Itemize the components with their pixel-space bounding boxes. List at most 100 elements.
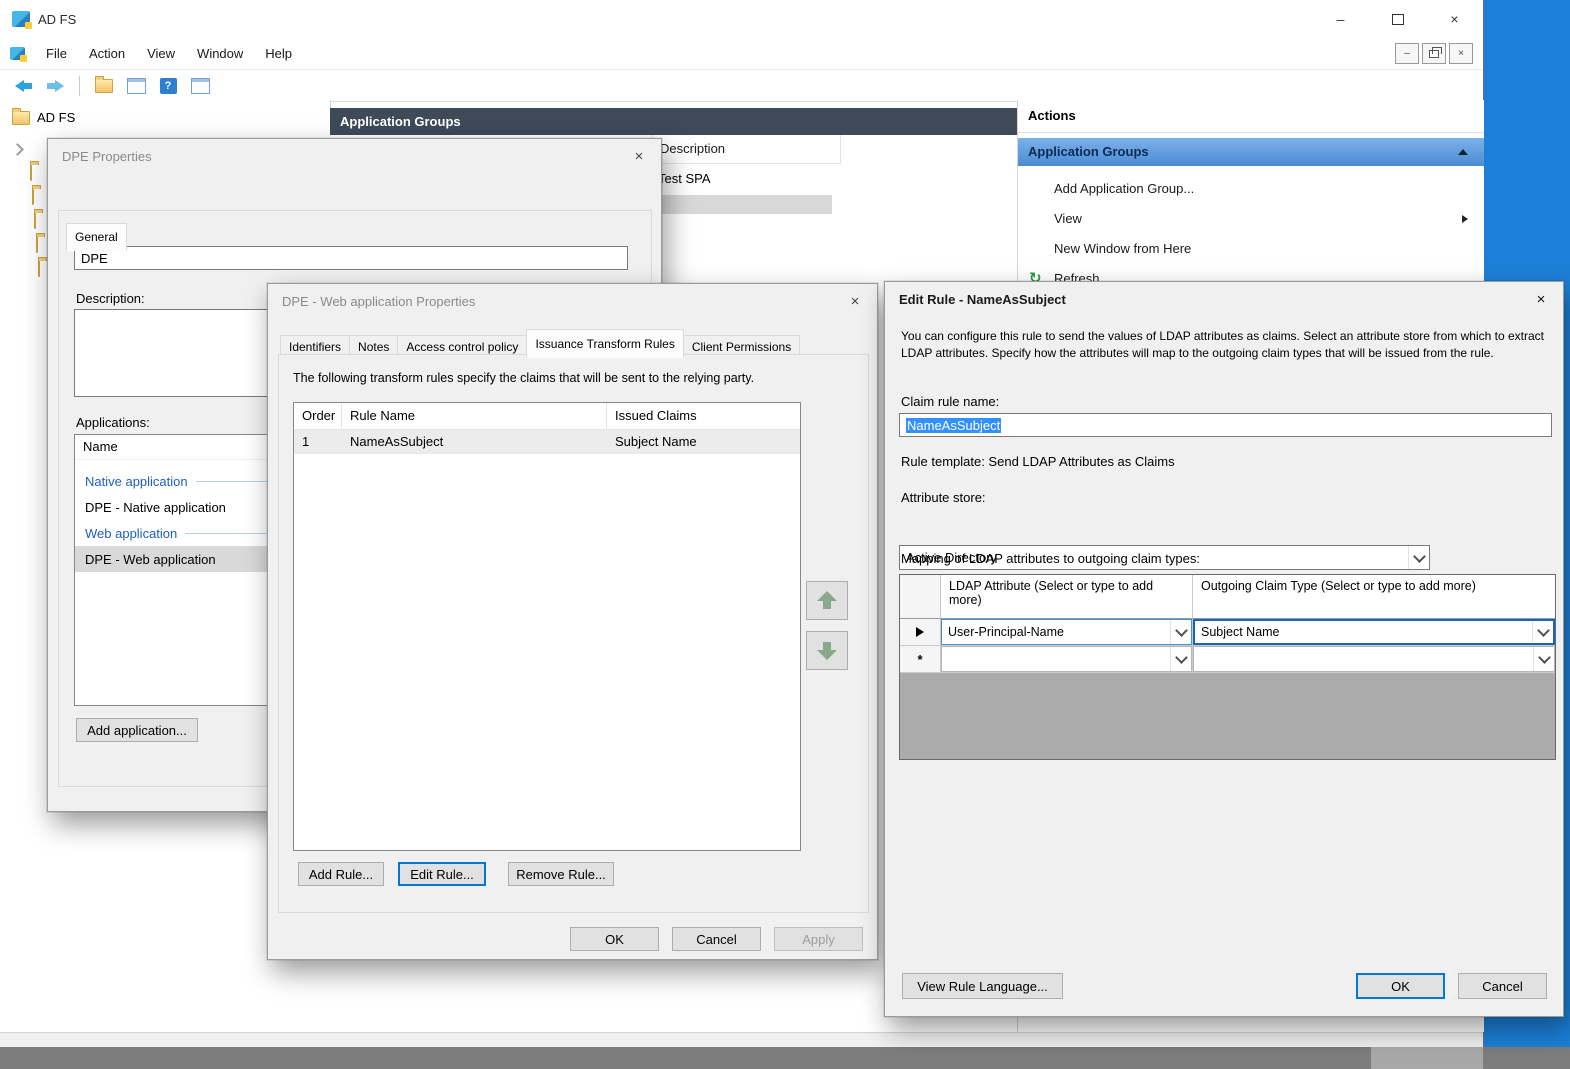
- mdi-restore-button[interactable]: [1422, 43, 1446, 64]
- rules-header-row: Order Rule Name Issued Claims: [294, 403, 800, 430]
- name-field-value: DPE: [81, 251, 108, 266]
- root-folder-icon: [12, 111, 30, 125]
- edit-rule-title: Edit Rule - NameAsSubject: [899, 292, 1066, 307]
- add-rule-button[interactable]: Add Rule...: [298, 862, 384, 886]
- grid-column-ldap-attribute[interactable]: LDAP Attribute (Select or type to add mo…: [941, 575, 1193, 619]
- webapp-cancel-button[interactable]: Cancel: [672, 927, 761, 951]
- back-arrow-icon: [15, 80, 32, 92]
- webapp-ok-button[interactable]: OK: [570, 927, 659, 951]
- export-list-button[interactable]: [91, 74, 117, 98]
- action-add-application-group[interactable]: Add Application Group...: [1018, 174, 1484, 204]
- column-rule-name[interactable]: Rule Name: [342, 403, 607, 429]
- maximize-icon: [1392, 14, 1404, 25]
- back-button[interactable]: [10, 74, 36, 98]
- dropdown-chevron-icon: [1170, 647, 1191, 671]
- show-console-tree-button[interactable]: [123, 74, 149, 98]
- tree-folder-icon[interactable]: [34, 212, 36, 229]
- window-controls: – ×: [1312, 0, 1483, 38]
- edit-rule-cancel-button[interactable]: Cancel: [1458, 973, 1547, 999]
- show-action-pane-button[interactable]: [187, 74, 213, 98]
- dropdown-chevron-icon: [1532, 621, 1553, 643]
- menu-window[interactable]: Window: [186, 46, 254, 61]
- menu-bar: File Action View Window Help – ×: [0, 38, 1483, 70]
- column-header-description[interactable]: Description: [652, 135, 841, 164]
- minimize-button[interactable]: –: [1312, 0, 1369, 38]
- action-view-label: View: [1054, 211, 1082, 226]
- edit-rule-description: You can configure this rule to send the …: [901, 328, 1551, 362]
- new-outgoing-claim-dropdown[interactable]: [1193, 646, 1555, 672]
- menu-file[interactable]: File: [35, 46, 78, 61]
- down-arrow-icon: [817, 641, 837, 660]
- selected-row-highlight[interactable]: [652, 195, 832, 214]
- edit-rule-titlebar: Edit Rule - NameAsSubject ×: [885, 282, 1563, 317]
- help-icon: ?: [160, 78, 177, 94]
- edit-rule-button[interactable]: Edit Rule...: [398, 862, 486, 886]
- ldap-attribute-value: User-Principal-Name: [948, 625, 1064, 639]
- close-button[interactable]: ×: [1426, 0, 1483, 38]
- tree-root-node[interactable]: AD FS: [0, 100, 330, 125]
- menu-help[interactable]: Help: [254, 46, 303, 61]
- status-bar: [0, 1032, 1483, 1048]
- add-application-button[interactable]: Add application...: [76, 718, 198, 742]
- new-row-selector[interactable]: *: [900, 646, 941, 673]
- dpe-properties-close-button[interactable]: ×: [617, 139, 661, 174]
- forward-arrow-icon: [47, 80, 64, 92]
- list-row-test-spa[interactable]: Test SPA: [658, 171, 711, 186]
- grid-row-new: *: [900, 646, 1555, 673]
- web-application-properties-dialog: DPE - Web application Properties × Ident…: [267, 283, 878, 960]
- column-issued-claims[interactable]: Issued Claims: [607, 403, 800, 429]
- rule-template-text: Rule template: Send LDAP Attributes as C…: [901, 454, 1175, 469]
- grid-header-row: LDAP Attribute (Select or type to add mo…: [900, 575, 1555, 619]
- row-selector-current[interactable]: [900, 619, 941, 646]
- view-rule-language-button[interactable]: View Rule Language...: [902, 973, 1063, 999]
- tree-expand-chevron-icon[interactable]: [11, 143, 24, 156]
- remove-rule-button[interactable]: Remove Rule...: [508, 862, 614, 886]
- tab-issuance-transform-rules[interactable]: Issuance Transform Rules: [526, 329, 683, 358]
- rule-row-nameassubject[interactable]: 1 NameAsSubject Subject Name: [294, 430, 800, 454]
- tree-folder-icon[interactable]: [32, 188, 34, 205]
- menu-view[interactable]: View: [136, 46, 186, 61]
- dpe-properties-titlebar: DPE Properties ×: [48, 139, 661, 174]
- name-field[interactable]: DPE: [74, 246, 628, 270]
- menu-action[interactable]: Action: [78, 46, 136, 61]
- dropdown-chevron-icon: [1170, 620, 1191, 644]
- forward-button[interactable]: [42, 74, 68, 98]
- rule-name-cell: NameAsSubject: [342, 430, 607, 454]
- edit-rule-close-button[interactable]: ×: [1519, 282, 1563, 317]
- window-title: AD FS: [38, 12, 76, 27]
- dpe-properties-title: DPE Properties: [62, 149, 152, 164]
- edit-rule-ok-button[interactable]: OK: [1356, 973, 1445, 999]
- webapp-properties-title: DPE - Web application Properties: [282, 294, 475, 309]
- action-view[interactable]: View: [1018, 204, 1484, 234]
- maximize-button[interactable]: [1369, 0, 1426, 38]
- restore-icon: [1429, 50, 1439, 58]
- new-outgoing-claim-cell: [1193, 646, 1555, 673]
- outgoing-claim-cell: Subject Name: [1193, 619, 1555, 646]
- new-ldap-attribute-dropdown[interactable]: [941, 646, 1192, 672]
- taskbar-segment[interactable]: [1371, 1047, 1483, 1069]
- grid-column-outgoing-claim[interactable]: Outgoing Claim Type (Select or type to a…: [1193, 575, 1555, 619]
- claim-rule-name-field[interactable]: NameAsSubject: [899, 413, 1552, 437]
- tab-general[interactable]: General: [66, 223, 127, 251]
- column-order[interactable]: Order: [294, 403, 342, 429]
- outgoing-claim-value: Subject Name: [1201, 625, 1280, 639]
- taskbar[interactable]: [0, 1047, 1570, 1069]
- action-new-window[interactable]: New Window from Here: [1018, 234, 1484, 264]
- tree-folder-icon[interactable]: [30, 164, 32, 181]
- move-rule-up-button[interactable]: [806, 581, 848, 620]
- ldap-attribute-dropdown[interactable]: User-Principal-Name: [941, 619, 1192, 645]
- actions-pane-header: Actions: [1018, 100, 1484, 133]
- mdi-minimize-button[interactable]: –: [1395, 43, 1419, 64]
- move-rule-down-button[interactable]: [806, 631, 848, 670]
- tree-folder-icon[interactable]: [38, 260, 40, 277]
- action-pane-icon: [191, 78, 210, 94]
- actions-section-application-groups[interactable]: Application Groups: [1018, 138, 1484, 166]
- desktop-background: AD FS – × File Action View Window Help –…: [0, 0, 1570, 1069]
- help-button[interactable]: ?: [155, 74, 181, 98]
- tree-folder-icon[interactable]: [36, 236, 38, 253]
- tree-root-label: AD FS: [37, 110, 75, 125]
- mdi-close-button[interactable]: ×: [1449, 43, 1473, 64]
- webapp-properties-close-button[interactable]: ×: [833, 284, 877, 319]
- webapp-apply-button[interactable]: Apply: [774, 927, 863, 951]
- outgoing-claim-dropdown[interactable]: Subject Name: [1193, 619, 1555, 645]
